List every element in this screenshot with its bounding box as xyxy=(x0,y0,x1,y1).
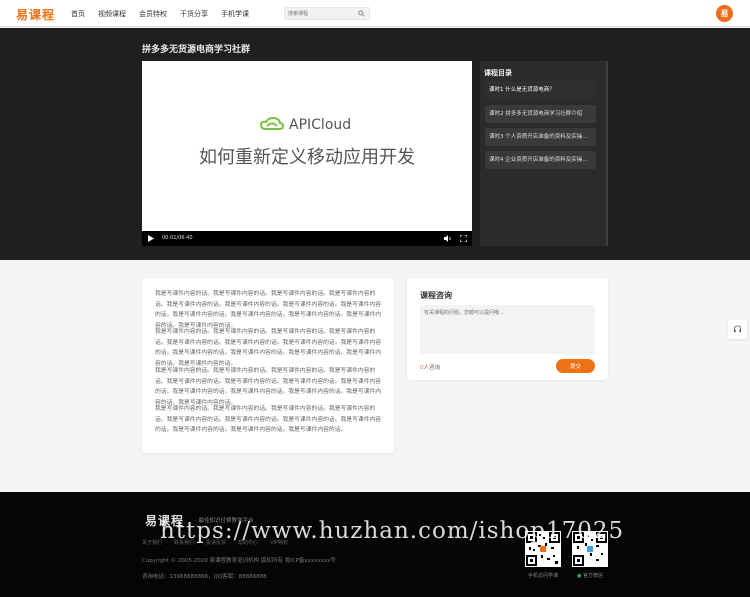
video-time: 00:01/06:40 xyxy=(162,235,193,241)
description-paragraph: 我是写课件内容的话。我是写课件内容的话。我是写课件内容的话。我是写课件内容的话。… xyxy=(155,406,382,433)
nav-articles[interactable]: 干货分享 xyxy=(180,9,208,19)
play-icon[interactable] xyxy=(148,235,154,244)
nav-home[interactable]: 首页 xyxy=(71,9,85,19)
catalog-title: 课程目录 xyxy=(484,69,512,77)
lesson-item-4[interactable]: 课时4 企业资质开店准备的资料及实操... xyxy=(485,151,596,169)
search-icon[interactable] xyxy=(355,9,367,18)
consult-count: 0人咨询 xyxy=(420,363,440,371)
consult-count-suffix: 人咨询 xyxy=(423,365,441,371)
course-description-card: 我是写课件内容的话。我是写课件内容的话。我是写课件内容的话。我是写课件内容的话。… xyxy=(142,278,394,453)
lesson-item-3[interactable]: 课时3 个人资质开店准备的资料及实操... xyxy=(485,128,596,146)
search-box xyxy=(284,7,370,20)
qr-label-wechat: ● 官方微信 xyxy=(565,572,615,579)
footer-contact: 咨询电话：13988888888，QQ客服：88888888 xyxy=(142,574,267,580)
cloud-logo-icon xyxy=(259,116,285,133)
video-slogan: 如何重新定义移动应用开发 xyxy=(199,147,415,168)
site-logo[interactable]: 易课程 xyxy=(16,6,55,23)
user-avatar[interactable]: 易 xyxy=(716,5,733,22)
brand-text: APICloud xyxy=(289,117,352,133)
consult-input[interactable] xyxy=(420,305,595,354)
fullscreen-icon[interactable] xyxy=(459,234,468,244)
submit-button[interactable]: 提交 xyxy=(556,359,595,373)
consult-title: 课程咨询 xyxy=(420,291,452,300)
footer-link[interactable]: 关于我们 xyxy=(142,539,162,546)
lesson-item-2[interactable]: 课时2 拼多多无货源电商学习社群介绍 xyxy=(485,105,596,123)
top-header: 易课程 首页 视频课程 会员特权 干货分享 手机学课 易 xyxy=(0,0,750,27)
volume-icon[interactable] xyxy=(444,235,452,244)
description-paragraph: 我是写课件内容的话。我是写课件内容的话。我是写课件内容的话。我是写课件内容的话。… xyxy=(155,368,382,406)
lesson-item-1[interactable]: 课时1 什么是无货源电商？ xyxy=(485,81,596,99)
course-title: 拼多多无货源电商学习社群 xyxy=(142,45,251,55)
description-paragraph: 我是写课件内容的话。我是写课件内容的话。我是写课件内容的话。我是写课件内容的话。… xyxy=(155,329,382,367)
qr-label-mobile: 手机访问学课 xyxy=(527,573,558,579)
main-nav: 首页 视频课程 会员特权 干货分享 手机学课 xyxy=(71,9,249,19)
watermark-text: https://www.huzhan.com/ishop17025 xyxy=(160,518,625,544)
site-footer xyxy=(0,492,750,597)
nav-mobile[interactable]: 手机学课 xyxy=(221,9,249,19)
video-controls: 00:01/06:40 xyxy=(142,231,472,246)
footer-copyright: Copyright © 2005-2020 易课程教育培训机构 版权所有 粤IC… xyxy=(142,558,336,564)
nav-vip[interactable]: 会员特权 xyxy=(139,9,167,19)
apicloud-brand: APICloud xyxy=(259,116,352,133)
course-catalog: 课程目录 课时1 什么是无货源电商？ 课时2 拼多多无货源电商学习社群介绍 课时… xyxy=(480,61,608,246)
headset-icon[interactable] xyxy=(728,320,747,339)
nav-video-courses[interactable]: 视频课程 xyxy=(98,9,126,19)
wechat-icon: ● xyxy=(577,573,582,579)
description-paragraph: 我是写课件内容的话。我是写课件内容的话。我是写课件内容的话。我是写课件内容的话。… xyxy=(155,291,382,329)
consult-card: 课程咨询 0人咨询 提交 xyxy=(407,278,608,380)
search-input[interactable] xyxy=(288,10,354,18)
qr-label-wechat-text: 官方微信 xyxy=(582,573,603,579)
